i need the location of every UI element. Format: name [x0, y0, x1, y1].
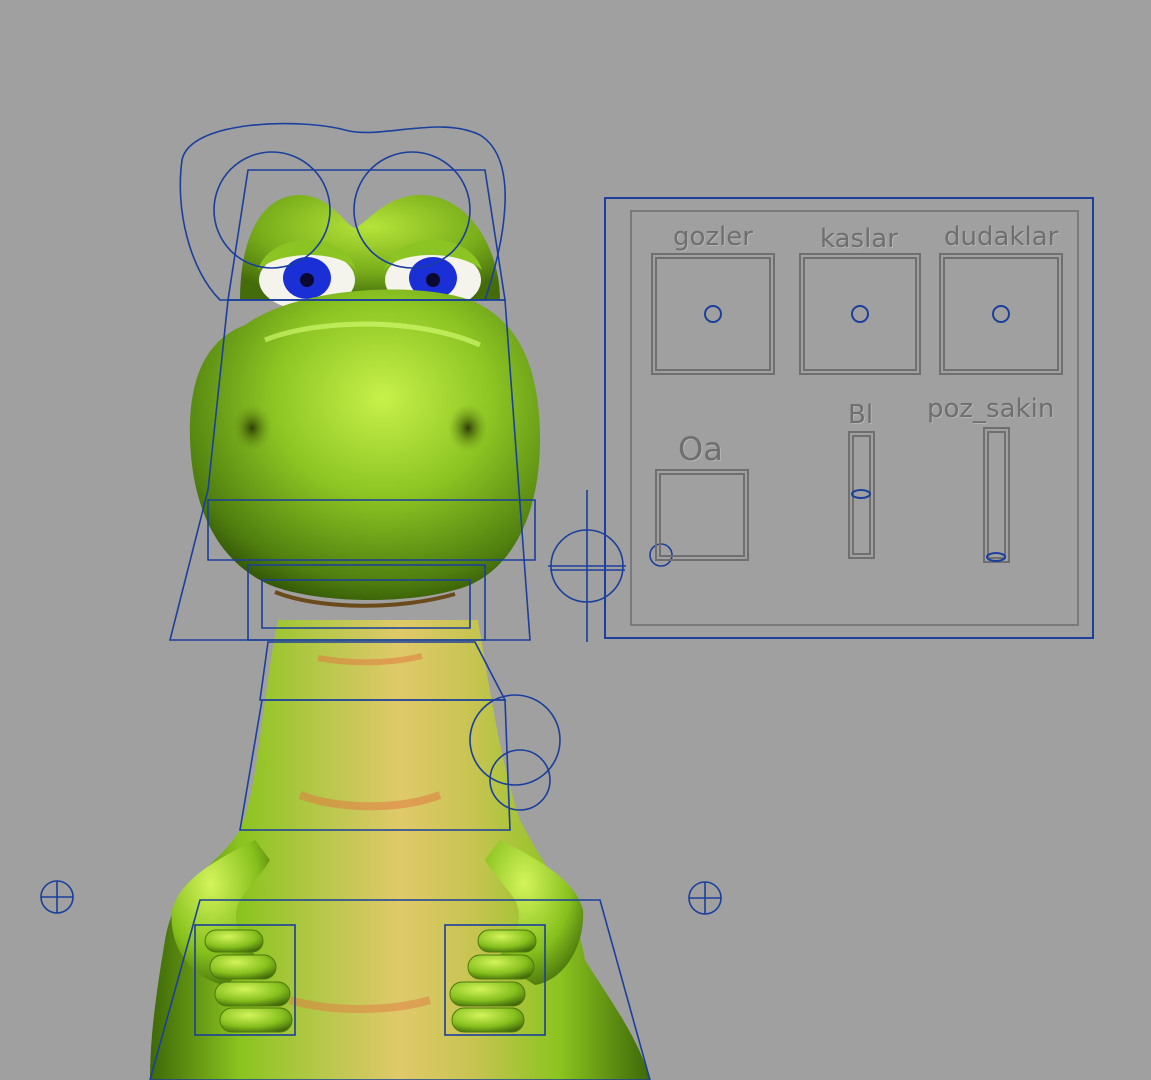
dudaklar-label: dudaklar — [944, 222, 1059, 252]
right-foot-ik-control[interactable] — [688, 881, 722, 915]
kaslar-control[interactable] — [799, 253, 921, 375]
kaslar-label: kaslar — [820, 224, 898, 254]
gozler-label: gozler — [673, 222, 753, 252]
poz-sakin-label: poz_sakin — [927, 394, 1055, 424]
dudaklar-control[interactable] — [939, 253, 1063, 375]
left-nostril — [232, 404, 272, 452]
3d-viewport[interactable] — [0, 0, 1151, 1080]
bl-slider[interactable] — [848, 431, 875, 559]
left-foot-ik-control[interactable] — [40, 880, 74, 914]
bl-slider-handle[interactable] — [851, 489, 871, 499]
oa-label: Oa — [678, 430, 723, 468]
oa-control[interactable] — [655, 469, 749, 561]
gozler-control[interactable] — [651, 253, 775, 375]
poz-sakin-slider[interactable] — [983, 427, 1010, 563]
bl-label: Bl — [848, 400, 874, 430]
panel-anchor-control[interactable] — [548, 490, 626, 642]
right-nostril — [448, 404, 488, 452]
